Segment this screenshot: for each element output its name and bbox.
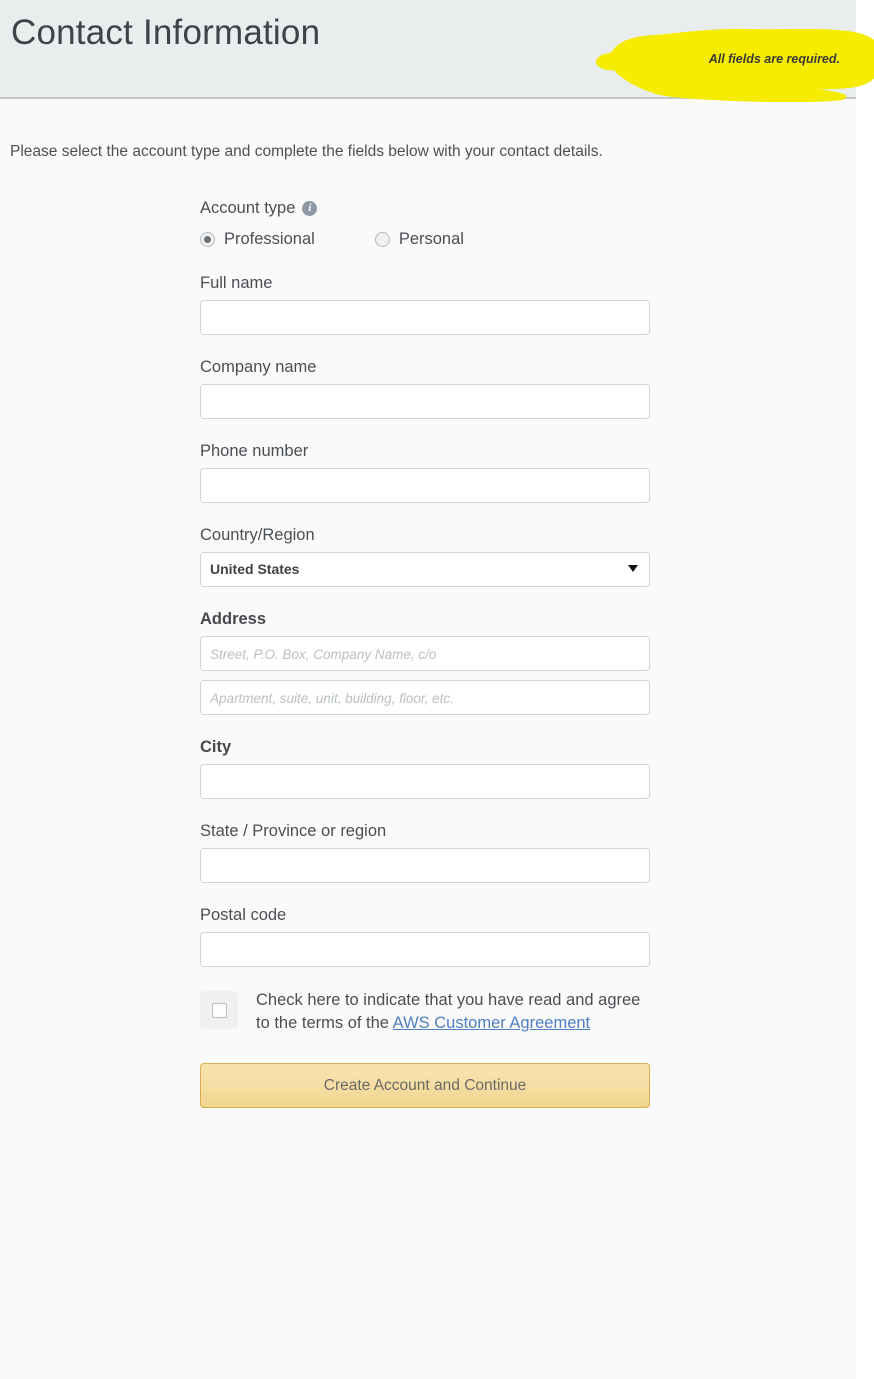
page-container: Contact Information All fields are requi…: [0, 0, 874, 1379]
field-group-city: City: [200, 737, 650, 799]
field-group-address: Address: [200, 609, 650, 715]
field-group-state: State / Province or region: [200, 821, 650, 883]
city-input[interactable]: [200, 764, 650, 799]
field-group-full-name: Full name: [200, 273, 650, 335]
account-type-label: Account type i: [200, 199, 650, 218]
label-address: Address: [200, 610, 267, 628]
field-group-postal-code: Postal code: [200, 905, 650, 967]
radio-label-professional: Professional: [224, 230, 315, 248]
label-full-name: Full name: [200, 274, 273, 292]
full-name-input[interactable]: [200, 300, 650, 335]
page-title: Contact Information: [11, 13, 321, 52]
label-postal-code: Postal code: [200, 906, 287, 924]
chevron-down-icon[interactable]: [628, 565, 638, 572]
label-state: State / Province or region: [200, 822, 387, 840]
agreement-checkbox-container[interactable]: [200, 991, 238, 1029]
label-country: Country/Region: [200, 526, 315, 544]
radio-indicator-professional[interactable]: [200, 232, 215, 247]
intro-text: Please select the account type and compl…: [10, 143, 603, 160]
agreement-text: Check here to indicate that you have rea…: [256, 989, 650, 1035]
info-icon[interactable]: i: [302, 201, 318, 216]
radio-indicator-personal[interactable]: [374, 232, 390, 247]
address-line1-input[interactable]: [200, 636, 650, 671]
field-group-country: Country/Region United States: [200, 525, 650, 587]
country-select-value[interactable]: United States: [200, 552, 650, 587]
agreement-row: Check here to indicate that you have rea…: [200, 989, 650, 1035]
aws-customer-agreement-link[interactable]: AWS Customer Agreement: [393, 1014, 590, 1032]
account-type-radio-group: Professional Personal: [200, 230, 650, 249]
radio-label-personal: Personal: [398, 230, 464, 248]
agreement-checkbox[interactable]: [211, 1002, 227, 1018]
create-account-and-continue-button[interactable]: Create Account and Continue: [200, 1063, 650, 1108]
field-group-company-name: Company name: [200, 357, 650, 419]
phone-number-input[interactable]: [200, 468, 650, 503]
address-line2-input[interactable]: [200, 680, 650, 715]
account-type-label-text: Account type: [200, 199, 296, 217]
company-name-input[interactable]: [200, 384, 650, 419]
radio-option-personal[interactable]: Personal: [374, 230, 464, 249]
label-city: City: [200, 738, 232, 756]
country-select[interactable]: United States: [200, 552, 650, 587]
required-fields-note: All fields are required.: [708, 52, 840, 66]
field-group-phone-number: Phone number: [200, 441, 650, 503]
label-company-name: Company name: [200, 358, 317, 376]
state-input[interactable]: [200, 848, 650, 883]
page-header: Contact Information: [0, 0, 856, 99]
postal-code-input[interactable]: [200, 932, 650, 967]
label-phone-number: Phone number: [200, 442, 309, 460]
contact-form: Account type i Professional Personal Ful…: [200, 199, 650, 1108]
radio-option-professional[interactable]: Professional: [200, 230, 315, 249]
